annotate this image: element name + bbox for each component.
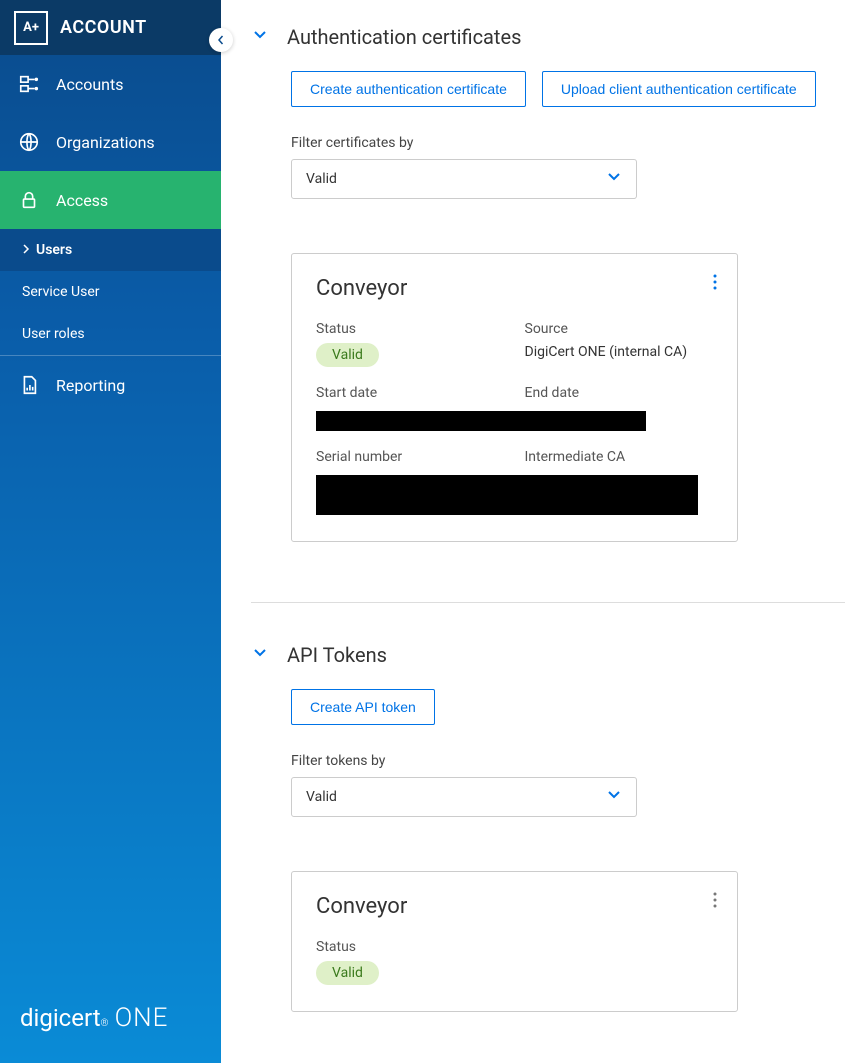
filter-tokens-select[interactable]: Valid [291, 777, 637, 817]
chevron-down-icon [606, 787, 622, 807]
sidebar-item-label: Accounts [56, 75, 123, 94]
section-title: API Tokens [287, 643, 387, 667]
sidebar-item-label: Reporting [56, 376, 125, 395]
auth-button-row: Create authentication certificate Upload… [291, 71, 845, 107]
chevron-left-icon [216, 35, 226, 45]
globe-icon [18, 131, 40, 153]
section-title: Authentication certificates [287, 25, 521, 49]
report-icon [18, 374, 40, 396]
token-button-row: Create API token [291, 689, 845, 725]
sidebar-item-label: Access [56, 191, 108, 210]
create-auth-cert-button[interactable]: Create authentication certificate [291, 71, 526, 107]
filter-tokens-label: Filter tokens by [291, 753, 845, 769]
auth-section-body: Create authentication certificate Upload… [251, 71, 845, 542]
intermediate-label: Intermediate CA [525, 449, 714, 465]
lock-icon [18, 189, 40, 211]
section-toggle-auth-certs[interactable]: Authentication certificates [251, 25, 845, 49]
sidebar-subitem-label: Service User [22, 284, 100, 300]
redacted-value [316, 475, 698, 515]
card-grid: Status Valid Source DigiCert ONE (intern… [316, 321, 713, 515]
status-label: Status [316, 939, 713, 955]
status-cell: Status Valid [316, 939, 713, 985]
redacted-serial-ca [316, 475, 713, 515]
sidebar-header: A+ ACCOUNT [0, 0, 221, 55]
registered-icon: ® [101, 1018, 109, 1029]
filter-certs-label: Filter certificates by [291, 135, 845, 151]
main-content: Authentication certificates Create authe… [221, 0, 855, 1063]
status-label: Status [316, 321, 505, 337]
collapse-sidebar-button[interactable] [209, 28, 233, 52]
start-date-cell: Start date [316, 385, 505, 407]
branding-one: ONE [115, 1003, 169, 1033]
upload-auth-cert-button[interactable]: Upload client authentication certificate [542, 71, 816, 107]
sidebar-item-organizations[interactable]: Organizations [0, 113, 221, 171]
filter-certs-value: Valid [306, 171, 337, 187]
create-api-token-button[interactable]: Create API token [291, 689, 435, 725]
sidebar: A+ ACCOUNT Accounts Organizations Access… [0, 0, 221, 1063]
start-date-label: Start date [316, 385, 505, 401]
section-separator [251, 602, 845, 603]
auth-cert-card: Conveyor Status Valid Source DigiCert ON… [291, 253, 738, 542]
chevron-down-icon [251, 644, 269, 666]
card-menu-button[interactable] [713, 274, 717, 294]
sidebar-item-access[interactable]: Access [0, 171, 221, 229]
source-cell: Source DigiCert ONE (internal CA) [525, 321, 714, 367]
sidebar-subitem-user-roles[interactable]: User roles [0, 313, 221, 355]
status-cell: Status Valid [316, 321, 505, 367]
chevron-down-icon [606, 169, 622, 189]
chevron-right-icon [22, 242, 30, 258]
token-section-body: Create API token Filter tokens by Valid … [251, 689, 845, 1012]
end-date-label: End date [525, 385, 714, 401]
section-toggle-api-tokens[interactable]: API Tokens [251, 643, 845, 667]
kebab-icon [713, 274, 717, 290]
source-value: DigiCert ONE (internal CA) [525, 343, 714, 363]
sidebar-subitem-users[interactable]: Users [0, 229, 221, 271]
sidebar-subitem-label: User roles [22, 326, 85, 342]
accounts-icon [18, 73, 40, 95]
card-title: Conveyor [316, 276, 713, 301]
app-title: ACCOUNT [60, 17, 147, 38]
kebab-icon [713, 892, 717, 908]
sidebar-item-reporting[interactable]: Reporting [0, 356, 221, 414]
filter-certs-select[interactable]: Valid [291, 159, 637, 199]
redacted-dates [316, 411, 713, 431]
sidebar-subitem-label: Users [36, 242, 72, 258]
filter-tokens-value: Valid [306, 789, 337, 805]
sidebar-subitem-service-user[interactable]: Service User [0, 271, 221, 313]
chevron-down-icon [251, 26, 269, 48]
status-badge: Valid [316, 961, 379, 985]
status-badge: Valid [316, 343, 379, 367]
redacted-value [316, 411, 646, 431]
sidebar-item-accounts[interactable]: Accounts [0, 55, 221, 113]
api-token-card: Conveyor Status Valid [291, 871, 738, 1012]
card-menu-button[interactable] [713, 892, 717, 912]
sidebar-item-label: Organizations [56, 133, 155, 152]
serial-cell: Serial number [316, 449, 505, 471]
app-logo: A+ [14, 11, 48, 45]
branding-dc: digicert [20, 1004, 101, 1032]
intermediate-cell: Intermediate CA [525, 449, 714, 471]
serial-label: Serial number [316, 449, 505, 465]
branding-logo: digicert® ONE [0, 983, 221, 1063]
source-label: Source [525, 321, 714, 337]
card-title: Conveyor [316, 894, 713, 919]
end-date-cell: End date [525, 385, 714, 407]
